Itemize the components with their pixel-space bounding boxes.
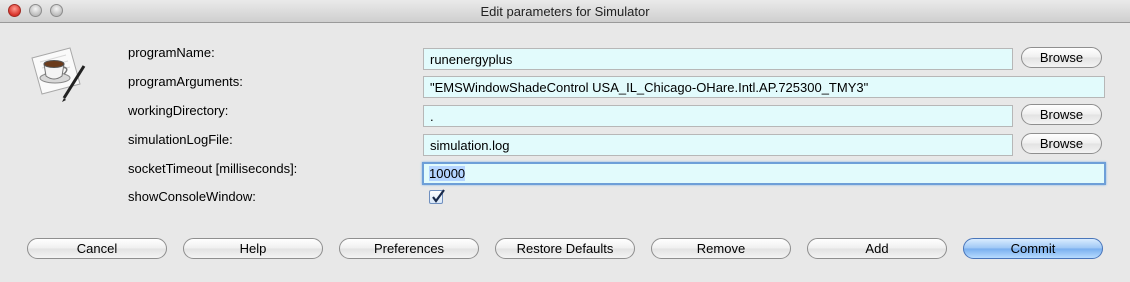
show-console-window-label: showConsoleWindow: xyxy=(128,189,256,204)
commit-button[interactable]: Commit xyxy=(963,238,1103,259)
browse-simulation-log-file-button[interactable]: Browse xyxy=(1021,133,1102,154)
program-arguments-label: programArguments: xyxy=(128,74,243,89)
coffee-cup-document-icon xyxy=(26,44,90,104)
program-arguments-field[interactable]: "EMSWindowShadeControl USA_IL_Chicago-OH… xyxy=(423,76,1105,98)
show-console-window-checkbox[interactable] xyxy=(429,189,445,204)
remove-button[interactable]: Remove xyxy=(651,238,791,259)
simulation-log-file-field[interactable]: simulation.log xyxy=(423,134,1013,156)
title-bar: Edit parameters for Simulator xyxy=(0,0,1130,23)
working-directory-field[interactable]: . xyxy=(423,105,1013,127)
working-directory-label: workingDirectory: xyxy=(128,103,229,118)
simulation-log-file-label: simulationLogFile: xyxy=(128,132,233,147)
program-name-field[interactable]: runenergyplus xyxy=(423,48,1013,70)
help-button[interactable]: Help xyxy=(183,238,323,259)
browse-program-name-button[interactable]: Browse xyxy=(1021,47,1102,68)
cancel-button[interactable]: Cancel xyxy=(27,238,167,259)
socket-timeout-value: 10000 xyxy=(429,166,466,181)
checkmark-icon xyxy=(432,189,445,203)
restore-defaults-button[interactable]: Restore Defaults xyxy=(495,238,635,259)
browse-working-directory-button[interactable]: Browse xyxy=(1021,104,1102,125)
preferences-button[interactable]: Preferences xyxy=(339,238,479,259)
socket-timeout-label: socketTimeout [milliseconds]: xyxy=(128,161,298,176)
window-title: Edit parameters for Simulator xyxy=(480,4,650,19)
add-button[interactable]: Add xyxy=(807,238,947,259)
program-name-label: programName: xyxy=(128,45,215,60)
socket-timeout-field[interactable]: 10000 xyxy=(422,162,1106,185)
